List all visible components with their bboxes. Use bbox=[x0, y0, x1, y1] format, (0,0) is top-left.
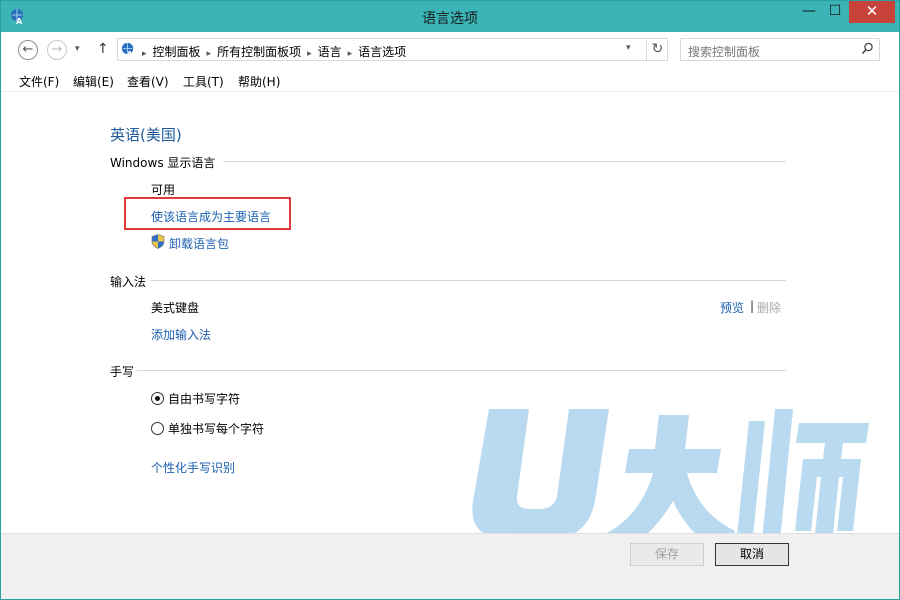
breadcrumb-item-control-panel[interactable]: 控制面板 bbox=[153, 45, 201, 59]
up-button[interactable]: ↑ bbox=[97, 41, 109, 57]
search-input[interactable]: 搜索控制面板 bbox=[688, 43, 760, 60]
menu-file[interactable]: 文件(F) bbox=[19, 73, 59, 90]
breadcrumb-separator[interactable]: ▸ bbox=[207, 49, 212, 59]
free-writing-label[interactable]: 自由书写字符 bbox=[168, 390, 240, 407]
save-button[interactable]: 保存 bbox=[630, 543, 704, 566]
breadcrumb-item-language[interactable]: 语言 bbox=[318, 45, 342, 59]
personalize-handwriting-link[interactable]: 个性化手写识别 bbox=[151, 459, 235, 476]
make-primary-language-link[interactable]: 使该语言成为主要语言 bbox=[151, 208, 271, 225]
breadcrumb: ▸ 控制面板 ▸ 所有控制面板项 ▸ 语言 ▸ 语言选项 bbox=[142, 43, 412, 60]
link-separator: | bbox=[750, 299, 755, 313]
add-input-method-link[interactable]: 添加输入法 bbox=[151, 326, 211, 343]
remove-language-pack-link[interactable]: 卸载语言包 bbox=[169, 235, 229, 252]
recent-locations-dropdown[interactable]: ▾ bbox=[75, 44, 80, 54]
radio-free-writing[interactable] bbox=[151, 392, 164, 405]
handwriting-header: 手写 bbox=[110, 365, 135, 379]
language-title: 英语(美国) bbox=[110, 126, 182, 144]
search-icon[interactable] bbox=[861, 42, 874, 55]
section-divider bbox=[151, 280, 786, 281]
back-button[interactable]: ← bbox=[18, 40, 38, 60]
single-character-label[interactable]: 单独书写每个字符 bbox=[168, 420, 264, 437]
breadcrumb-separator[interactable]: ▸ bbox=[307, 49, 312, 59]
radio-single-character[interactable] bbox=[151, 422, 164, 435]
menu-tools[interactable]: 工具(T) bbox=[183, 73, 224, 90]
address-history-dropdown[interactable]: ▾ bbox=[626, 43, 631, 53]
uac-shield-icon bbox=[151, 234, 165, 249]
title-bar[interactable]: A 语言选项 — ☐ ✕ bbox=[1, 1, 899, 32]
main-content: 英语(美国) Windows 显示语言 可用 使该语言成为主要语言 卸载语言包 … bbox=[1, 93, 899, 533]
menu-edit[interactable]: 编辑(E) bbox=[73, 73, 114, 90]
cancel-button[interactable]: 取消 bbox=[715, 543, 789, 566]
window-title: 语言选项 bbox=[422, 11, 478, 27]
language-options-window: A 语言选项 — ☐ ✕ ← → ▾ ↑ A ▸ 控制面板 ▸ 所有控制面板项 ▸ 语言 ▸… bbox=[0, 0, 900, 600]
preview-keyboard-link[interactable]: 预览 bbox=[720, 299, 744, 316]
display-language-header: Windows 显示语言 bbox=[110, 156, 216, 170]
close-button[interactable]: ✕ bbox=[849, 1, 895, 23]
breadcrumb-item-all-items[interactable]: 所有控制面板项 bbox=[217, 45, 301, 59]
breadcrumb-separator[interactable]: ▸ bbox=[348, 49, 353, 59]
refresh-button[interactable]: ↻ bbox=[646, 40, 668, 60]
section-divider bbox=[137, 370, 786, 371]
minimize-button[interactable]: — bbox=[796, 1, 822, 23]
svg-text:A: A bbox=[127, 50, 133, 58]
input-method-header: 输入法 bbox=[110, 275, 147, 289]
remove-keyboard-link: 删除 bbox=[757, 301, 782, 315]
menu-help[interactable]: 帮助(H) bbox=[238, 73, 280, 90]
navigation-bar: ← → ▾ ↑ A ▸ 控制面板 ▸ 所有控制面板项 ▸ 语言 ▸ 语言选项 ▾ ↻ 搜索控制… bbox=[1, 32, 899, 68]
us-keyboard-label: 美式键盘 bbox=[151, 301, 200, 315]
breadcrumb-item-language-options[interactable]: 语言选项 bbox=[358, 45, 406, 59]
menu-view[interactable]: 查看(V) bbox=[127, 73, 169, 90]
menu-bar: 文件(F) 编辑(E) 查看(V) 工具(T) 帮助(H) bbox=[1, 68, 899, 92]
forward-button[interactable]: → bbox=[47, 40, 67, 60]
display-language-status: 可用 bbox=[151, 183, 176, 197]
maximize-button[interactable]: ☐ bbox=[822, 1, 848, 23]
footer-bar: 保存 取消 bbox=[1, 533, 899, 599]
breadcrumb-separator: ▸ bbox=[142, 49, 147, 59]
address-bar[interactable]: A ▸ 控制面板 ▸ 所有控制面板项 ▸ 语言 ▸ 语言选项 ▾ ↻ bbox=[117, 38, 668, 61]
search-box[interactable]: 搜索控制面板 bbox=[680, 38, 880, 61]
control-panel-icon: A bbox=[121, 42, 134, 58]
section-divider bbox=[223, 161, 786, 162]
